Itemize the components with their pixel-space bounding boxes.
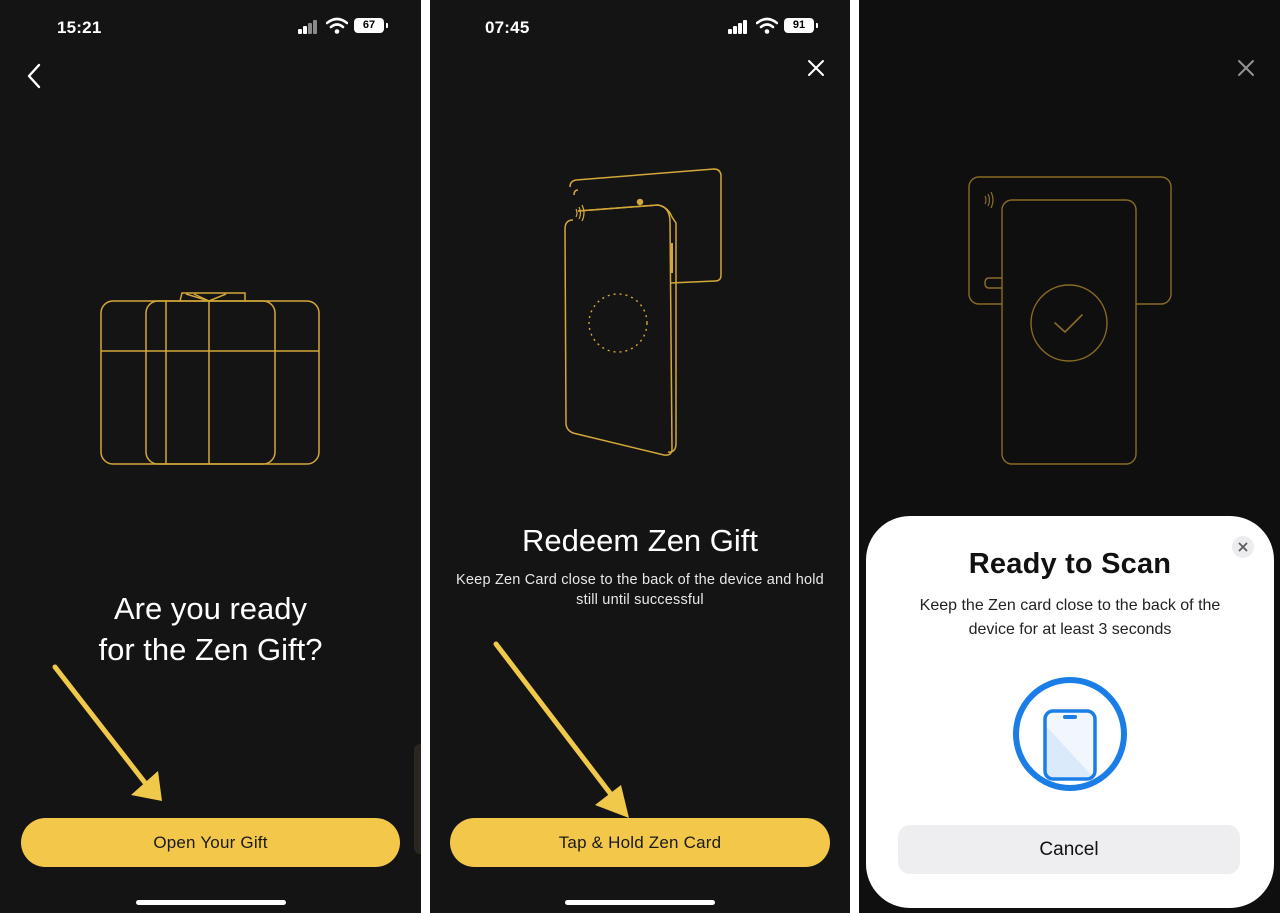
ready-to-scan-screen: Ready to Scan Keep the Zen card close to… bbox=[859, 0, 1280, 913]
redeem-title: Redeem Zen Gift bbox=[521, 523, 759, 558]
status-bar: 15:21 67 bbox=[0, 0, 421, 56]
wifi-icon bbox=[326, 17, 348, 34]
sheet-close-button[interactable] bbox=[1232, 536, 1254, 558]
status-time: 07:45 bbox=[485, 18, 530, 37]
gift-intro-screen: 15:21 67 Are you ready for the Zen Gift?… bbox=[0, 0, 421, 913]
scan-sheet: Ready to Scan Keep the Zen card close to… bbox=[866, 516, 1274, 908]
close-icon[interactable] bbox=[1236, 58, 1256, 78]
gift-intro-title: Are you ready for the Zen Gift? bbox=[98, 591, 323, 667]
phone-card-check-icon bbox=[968, 176, 1172, 465]
cellular-signal-icon bbox=[728, 20, 750, 34]
side-edge-tab bbox=[414, 744, 421, 854]
nfc-phone-icon bbox=[1013, 677, 1127, 791]
close-icon[interactable] bbox=[806, 58, 826, 78]
battery-icon: 67 bbox=[354, 18, 388, 33]
close-icon bbox=[1238, 542, 1248, 552]
back-chevron-icon[interactable] bbox=[24, 62, 46, 90]
phone-over-card-icon bbox=[564, 168, 722, 456]
scan-sheet-title: Ready to Scan bbox=[968, 548, 1172, 580]
gift-box-icon bbox=[100, 292, 320, 465]
redeem-subtitle: Keep Zen Card close to the back of the d… bbox=[456, 572, 824, 608]
wifi-icon bbox=[756, 17, 778, 34]
status-bar: 07:45 91 bbox=[430, 0, 850, 56]
open-gift-button[interactable]: Open Your Gift bbox=[21, 818, 400, 867]
status-time: 15:21 bbox=[57, 18, 102, 37]
scan-sheet-message: Keep the Zen card close to the back of t… bbox=[919, 597, 1221, 638]
cellular-signal-icon bbox=[298, 20, 320, 34]
tap-hold-button[interactable]: Tap & Hold Zen Card bbox=[450, 818, 830, 867]
battery-icon: 91 bbox=[784, 18, 818, 33]
home-indicator bbox=[565, 900, 715, 905]
home-indicator bbox=[136, 900, 286, 905]
cancel-button[interactable]: Cancel bbox=[898, 825, 1240, 874]
redeem-gift-screen: 07:45 91 Redeem Zen Gift Keep Zen Card c… bbox=[430, 0, 850, 913]
